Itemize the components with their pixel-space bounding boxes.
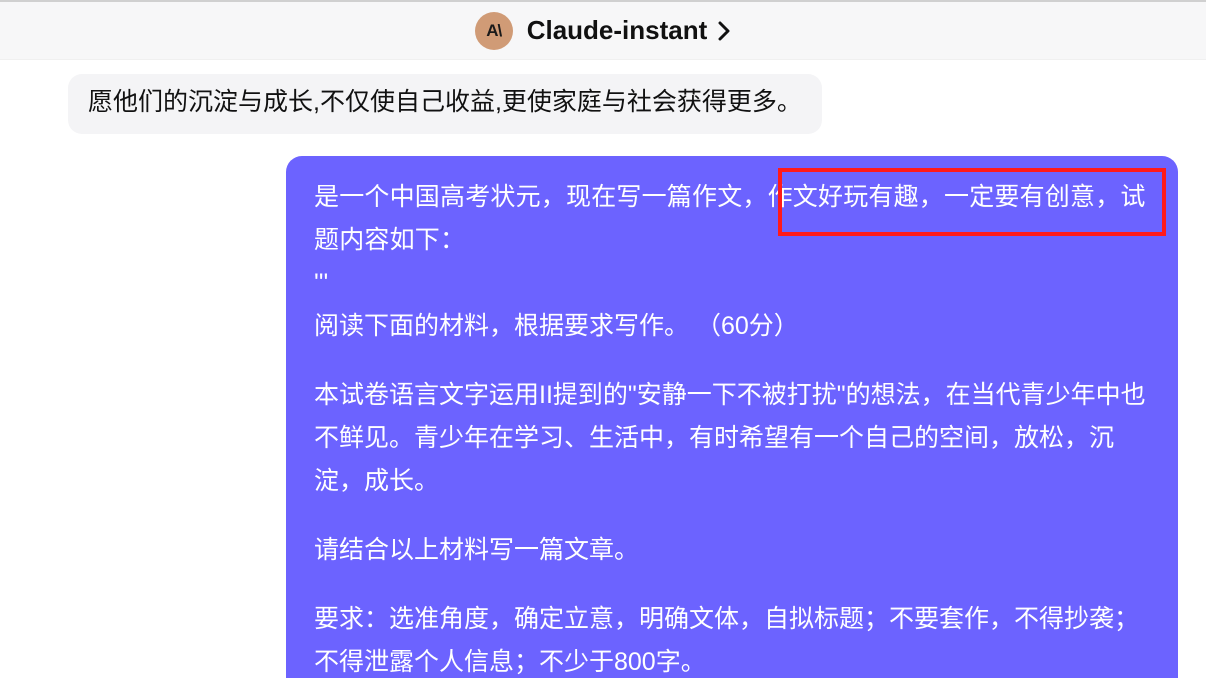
message-row-user: 是一个中国高考状元，现在写一篇作文，作文好玩有趣，一定要有创意，试题内容如下： …	[18, 156, 1188, 678]
assistant-message-text: 愿他们的沉淀与成长,不仅使自己收益,更使家庭与社会获得更多。	[88, 88, 802, 116]
avatar: A\	[475, 12, 513, 50]
user-line-2: '''	[314, 262, 1150, 305]
user-message-bubble: 是一个中国高考状元，现在写一篇作文，作文好玩有趣，一定要有创意，试题内容如下： …	[286, 156, 1178, 678]
user-line-6: 要求：选准角度，确定立意，明确文体，自拟标题；不要套作，不得抄袭；不得泄露个人信…	[314, 598, 1150, 678]
user-line-5: 请结合以上材料写一篇文章。	[314, 529, 1150, 572]
assistant-message-bubble: 愿他们的沉淀与成长,不仅使自己收益,更使家庭与社会获得更多。	[68, 74, 822, 134]
chevron-right-icon	[717, 24, 731, 38]
avatar-text: A\	[486, 21, 501, 41]
user-message-text: 是一个中国高考状元，现在写一篇作文，作文好玩有趣，一定要有创意，试题内容如下： …	[314, 176, 1150, 678]
user-line-1: 是一个中国高考状元，现在写一篇作文，作文好玩有趣，一定要有创意，试题内容如下：	[314, 176, 1150, 262]
user-line-4: 本试卷语言文字运用II提到的"安静一下不被打扰"的想法，在当代青少年中也不鲜见。…	[314, 374, 1150, 503]
user-line-3: 阅读下面的材料，根据要求写作。 （60分）	[314, 305, 1150, 348]
chat-title-button[interactable]: Claude-instant	[527, 15, 732, 46]
message-row-assistant: 愿他们的沉淀与成长,不仅使自己收益,更使家庭与社会获得更多。	[18, 74, 1188, 134]
header-bar: A\ Claude-instant	[0, 2, 1206, 60]
chat-area: 愿他们的沉淀与成长,不仅使自己收益,更使家庭与社会获得更多。 是一个中国高考状元…	[0, 60, 1206, 678]
chat-title: Claude-instant	[527, 15, 708, 46]
